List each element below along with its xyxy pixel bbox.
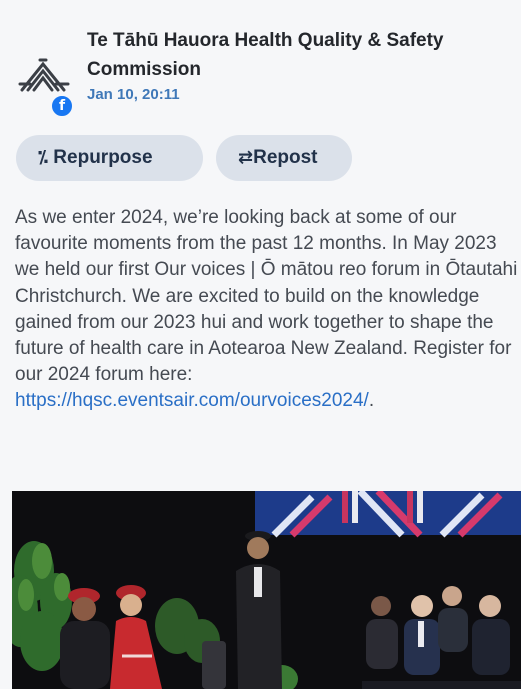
event-link[interactable]: https://hqsc.eventsair.com/ourvoices2024… bbox=[15, 390, 369, 411]
facebook-icon: f bbox=[50, 94, 74, 118]
post-header: f Te Tāhū Hauora Health Quality & Safety… bbox=[14, 22, 509, 118]
post-image[interactable] bbox=[12, 491, 521, 689]
repost-label: Repost bbox=[253, 147, 318, 168]
post-timestamp[interactable]: Jan 10, 20:11 bbox=[87, 86, 180, 103]
post-body: As we enter 2024, we’re looking back at … bbox=[15, 205, 520, 415]
social-post-card: f Te Tāhū Hauora Health Quality & Safety… bbox=[0, 0, 521, 689]
post-text: As we enter 2024, we’re looking back at … bbox=[15, 207, 518, 386]
avatar[interactable]: f bbox=[16, 46, 74, 118]
repost-arrows-icon: ⇄ bbox=[238, 147, 254, 168]
post-text-end: . bbox=[368, 390, 375, 412]
event-stage-photo bbox=[12, 491, 521, 689]
magic-wand-icon: ⁒ bbox=[38, 147, 49, 168]
repurpose-label: Repurpose bbox=[53, 147, 153, 168]
repost-button[interactable]: ⇄Repost bbox=[216, 135, 352, 181]
repurpose-button[interactable]: ⁒ Repurpose bbox=[16, 135, 203, 181]
author-name[interactable]: Te Tāhū Hauora Health Quality & Safety C… bbox=[87, 26, 507, 84]
